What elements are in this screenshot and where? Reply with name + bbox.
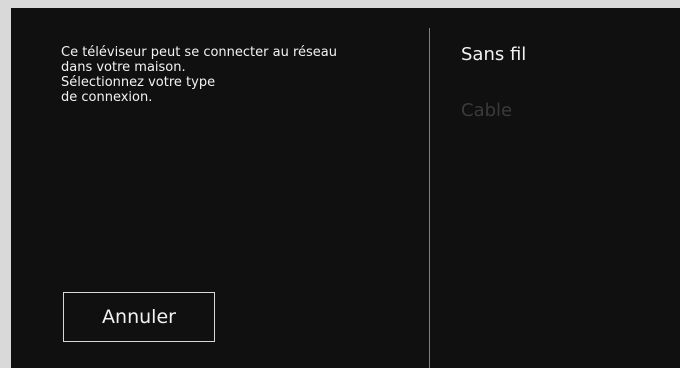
option-cable: Cable [461,100,513,121]
message-panel: Ce téléviseur peut se connecter au résea… [11,8,429,368]
message-line: dans votre maison. [61,60,186,75]
cancel-button[interactable]: Annuler [63,292,215,342]
option-wireless[interactable]: Sans fil [461,44,526,65]
message-line: de connexion. [61,90,153,105]
message-line: Sélectionnez votre type [61,75,216,90]
instruction-message: Ce téléviseur peut se connecter au résea… [61,45,401,105]
connection-options-panel: Sans fil Cable [430,8,680,368]
message-line: Ce téléviseur peut se connecter au résea… [61,45,337,60]
network-setup-screen: Ce téléviseur peut se connecter au résea… [11,8,680,368]
